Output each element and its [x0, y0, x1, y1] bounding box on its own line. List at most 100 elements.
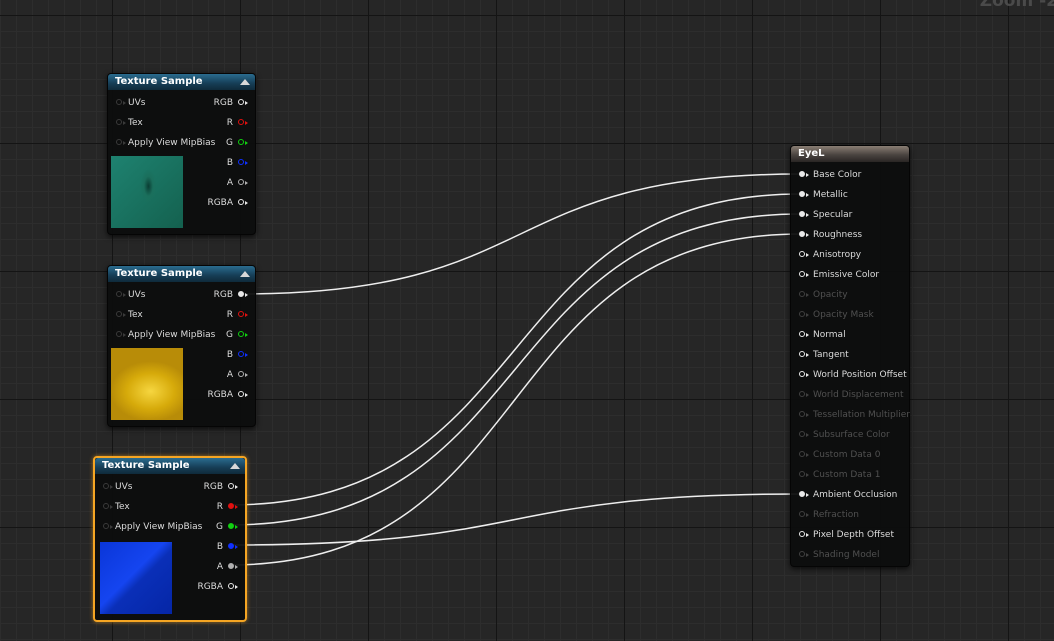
output-pin-icon[interactable] — [238, 331, 244, 337]
input-pin-icon[interactable] — [116, 99, 122, 105]
material-input-pin-row[interactable]: Roughness — [797, 228, 862, 242]
input-pin-row[interactable]: UVs — [101, 480, 132, 494]
material-input-pin-row[interactable]: Metallic — [797, 188, 848, 202]
node-header[interactable]: Texture Sample — [108, 266, 255, 282]
material-input-pin-row[interactable]: Pixel Depth Offset — [797, 528, 894, 542]
input-pin-icon[interactable] — [116, 139, 122, 145]
texture-sample-node[interactable]: Texture Sample UVs Tex Apply View MipBias RG… — [107, 265, 256, 427]
output-pin-row[interactable]: RGBA — [197, 580, 239, 594]
connection-wire[interactable] — [239, 173, 802, 295]
output-pin-row[interactable]: A — [227, 176, 249, 190]
output-pin-row[interactable]: A — [227, 368, 249, 382]
material-result-node[interactable]: EyeL Base Color Metallic Specular Roughness A… — [790, 145, 910, 567]
output-pin-icon[interactable] — [238, 139, 244, 145]
output-pin-row[interactable]: R — [227, 116, 249, 130]
output-pin-row[interactable]: RGB — [214, 288, 249, 302]
output-pin-row[interactable]: G — [216, 520, 239, 534]
output-pin-icon[interactable] — [238, 391, 244, 397]
output-pin-row[interactable]: B — [217, 540, 239, 554]
input-pin-row[interactable]: Tex — [101, 500, 130, 514]
output-pin-icon[interactable] — [238, 351, 244, 357]
connection-wire[interactable] — [228, 193, 802, 506]
material-input-pin-row: Custom Data 1 — [797, 468, 880, 482]
material-input-pin-row[interactable]: Specular — [797, 208, 852, 222]
input-pin-icon[interactable] — [103, 523, 109, 529]
output-pin-row[interactable]: R — [217, 500, 239, 514]
output-pin-row[interactable]: RGB — [204, 480, 239, 494]
material-input-pin-row[interactable]: Tangent — [797, 348, 849, 362]
material-input-pin-row[interactable]: Base Color — [797, 168, 861, 182]
node-header[interactable]: EyeL — [791, 146, 909, 162]
input-pin-icon[interactable] — [799, 251, 805, 257]
output-pin-icon[interactable] — [228, 563, 234, 569]
input-pin-icon[interactable] — [799, 351, 805, 357]
output-pin-row[interactable]: RGBA — [207, 196, 249, 210]
input-pin-icon[interactable] — [799, 211, 805, 217]
input-pin-icon[interactable] — [799, 271, 805, 277]
input-pin-row[interactable]: Apply View MipBias — [114, 328, 215, 342]
input-pin-icon — [799, 391, 805, 397]
input-pin-row[interactable]: UVs — [114, 96, 145, 110]
output-pin-row[interactable]: B — [227, 348, 249, 362]
output-pin-icon[interactable] — [238, 159, 244, 165]
node-header[interactable]: Texture Sample — [108, 74, 255, 90]
node-header[interactable]: Texture Sample — [95, 458, 245, 474]
output-pin-icon[interactable] — [238, 371, 244, 377]
material-pin-label: Specular — [813, 210, 853, 220]
input-pin-icon[interactable] — [799, 491, 805, 497]
output-pin-icon[interactable] — [238, 311, 244, 317]
output-pin-row[interactable]: G — [226, 328, 249, 342]
collapse-triangle-icon[interactable] — [240, 271, 250, 277]
output-pin-icon[interactable] — [228, 583, 234, 589]
output-pin-icon[interactable] — [228, 543, 234, 549]
input-pin-row[interactable]: UVs — [114, 288, 145, 302]
output-pin-row[interactable]: RGBA — [207, 388, 249, 402]
output-pin-icon[interactable] — [238, 199, 244, 205]
input-pin-icon[interactable] — [799, 171, 805, 177]
input-pin-icon[interactable] — [799, 231, 805, 237]
output-pin-icon[interactable] — [228, 503, 234, 509]
input-pin-label: Tex — [115, 502, 130, 512]
output-pin-icon[interactable] — [238, 99, 244, 105]
output-pin-row[interactable]: G — [226, 136, 249, 150]
output-pin-icon[interactable] — [228, 523, 234, 529]
input-pin-row[interactable]: Tex — [114, 308, 143, 322]
input-pin-icon[interactable] — [116, 311, 122, 317]
output-pin-row[interactable]: R — [227, 308, 249, 322]
input-pin-icon[interactable] — [799, 331, 805, 337]
collapse-triangle-icon[interactable] — [230, 463, 240, 469]
input-pin-icon[interactable] — [103, 503, 109, 509]
output-pin-icon[interactable] — [238, 291, 244, 297]
input-pin-icon[interactable] — [799, 371, 805, 377]
material-pin-label: Custom Data 1 — [813, 470, 881, 480]
input-pin-row[interactable]: Apply View MipBias — [101, 520, 202, 534]
material-input-pin-row[interactable]: Emissive Color — [797, 268, 879, 282]
output-pin-icon[interactable] — [238, 179, 244, 185]
output-pin-icon[interactable] — [228, 483, 234, 489]
material-input-pin-row[interactable]: World Position Offset — [797, 368, 907, 382]
material-input-pin-row[interactable]: Ambient Occlusion — [797, 488, 897, 502]
pin-arrow-icon — [235, 505, 238, 509]
input-pin-icon — [799, 411, 805, 417]
input-pin-row[interactable]: Tex — [114, 116, 143, 130]
pin-arrow-icon — [806, 173, 809, 177]
input-pin-icon[interactable] — [103, 483, 109, 489]
texture-sample-node[interactable]: Texture Sample UVs Tex Apply View MipBias RG… — [93, 456, 247, 622]
input-pin-icon[interactable] — [799, 531, 805, 537]
collapse-triangle-icon[interactable] — [240, 79, 250, 85]
output-pin-row[interactable]: B — [227, 156, 249, 170]
input-pin-icon[interactable] — [116, 331, 122, 337]
input-pin-icon[interactable] — [799, 191, 805, 197]
pin-arrow-icon — [235, 525, 238, 529]
material-input-pin-row[interactable]: Normal — [797, 328, 846, 342]
output-pin-row[interactable]: RGB — [214, 96, 249, 110]
output-pin-icon[interactable] — [238, 119, 244, 125]
connection-wire[interactable] — [228, 493, 802, 546]
input-pin-row[interactable]: Apply View MipBias — [114, 136, 215, 150]
input-pin-icon[interactable] — [116, 291, 122, 297]
input-pin-icon[interactable] — [116, 119, 122, 125]
connection-wire[interactable] — [228, 213, 802, 526]
texture-sample-node[interactable]: Texture Sample UVs Tex Apply View MipBias RG… — [107, 73, 256, 235]
material-input-pin-row[interactable]: Anisotropy — [797, 248, 861, 262]
output-pin-row[interactable]: A — [217, 560, 239, 574]
